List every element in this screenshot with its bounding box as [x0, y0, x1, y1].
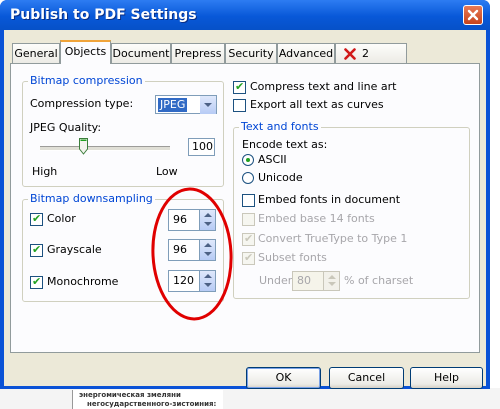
- red-circle-annotation: [151, 187, 233, 321]
- convert-truetype-checkbox[interactable]: [242, 232, 255, 246]
- under-label: Under: [259, 274, 293, 287]
- compression-type-select[interactable]: JPEG: [155, 95, 217, 114]
- unicode-label: Unicode: [258, 171, 303, 184]
- embed-base14-checkbox[interactable]: [242, 213, 255, 226]
- spin-down-icon[interactable]: [328, 282, 336, 286]
- spin-up-icon[interactable]: [328, 275, 336, 279]
- ascii-radio[interactable]: [242, 154, 254, 166]
- grayscale-label: Grayscale: [47, 243, 102, 256]
- low-label: Low: [156, 165, 178, 178]
- convert-truetype-label: Convert TrueType to Type 1: [258, 232, 408, 245]
- embed-base14-label: Embed base 14 fonts: [258, 212, 375, 225]
- embed-fonts-label: Embed fonts in document: [258, 193, 401, 206]
- group-title: Bitmap compression: [28, 74, 145, 87]
- chevron-down-icon[interactable]: [200, 96, 216, 114]
- export-curves-checkbox[interactable]: [233, 99, 246, 112]
- charset-label: % of charset: [344, 274, 414, 287]
- compression-type-value: JPEG: [158, 98, 188, 112]
- ok-button[interactable]: OK: [246, 367, 321, 389]
- quality-slider-thumb[interactable]: [78, 138, 88, 155]
- quality-slider-track[interactable]: [40, 146, 170, 151]
- jpeg-quality-input[interactable]: 100: [188, 138, 215, 156]
- monochrome-label: Monochrome: [47, 275, 119, 288]
- subset-percent-spinner[interactable]: [323, 272, 339, 290]
- grayscale-checkbox[interactable]: [30, 243, 43, 257]
- subset-percent-input[interactable]: 80: [292, 271, 340, 291]
- subset-fonts-checkbox[interactable]: [242, 251, 255, 265]
- compress-text-checkbox[interactable]: [233, 80, 246, 94]
- export-curves-label: Export all text as curves: [250, 98, 384, 111]
- color-checkbox[interactable]: [30, 212, 43, 226]
- high-label: High: [32, 165, 58, 178]
- monochrome-checkbox[interactable]: [30, 275, 43, 289]
- encode-text-label: Encode text as:: [242, 138, 328, 151]
- color-label: Color: [47, 212, 76, 225]
- jpeg-quality-label: JPEG Quality:: [30, 121, 102, 134]
- unicode-radio[interactable]: [242, 172, 254, 184]
- slider-thumb-icon: [78, 138, 88, 155]
- compress-text-label: Compress text and line art: [250, 80, 397, 93]
- cancel-button[interactable]: Cancel: [329, 367, 404, 389]
- ascii-label: ASCII: [258, 153, 287, 166]
- subset-percent-value: 80: [297, 274, 311, 287]
- subset-fonts-label: Subset fonts: [258, 251, 327, 264]
- embed-fonts-checkbox[interactable]: [242, 194, 255, 207]
- group-title: Bitmap downsampling: [28, 192, 155, 205]
- help-button[interactable]: Help: [410, 367, 483, 389]
- group-title: Text and fonts: [239, 120, 321, 133]
- compression-type-label: Compression type:: [30, 97, 134, 110]
